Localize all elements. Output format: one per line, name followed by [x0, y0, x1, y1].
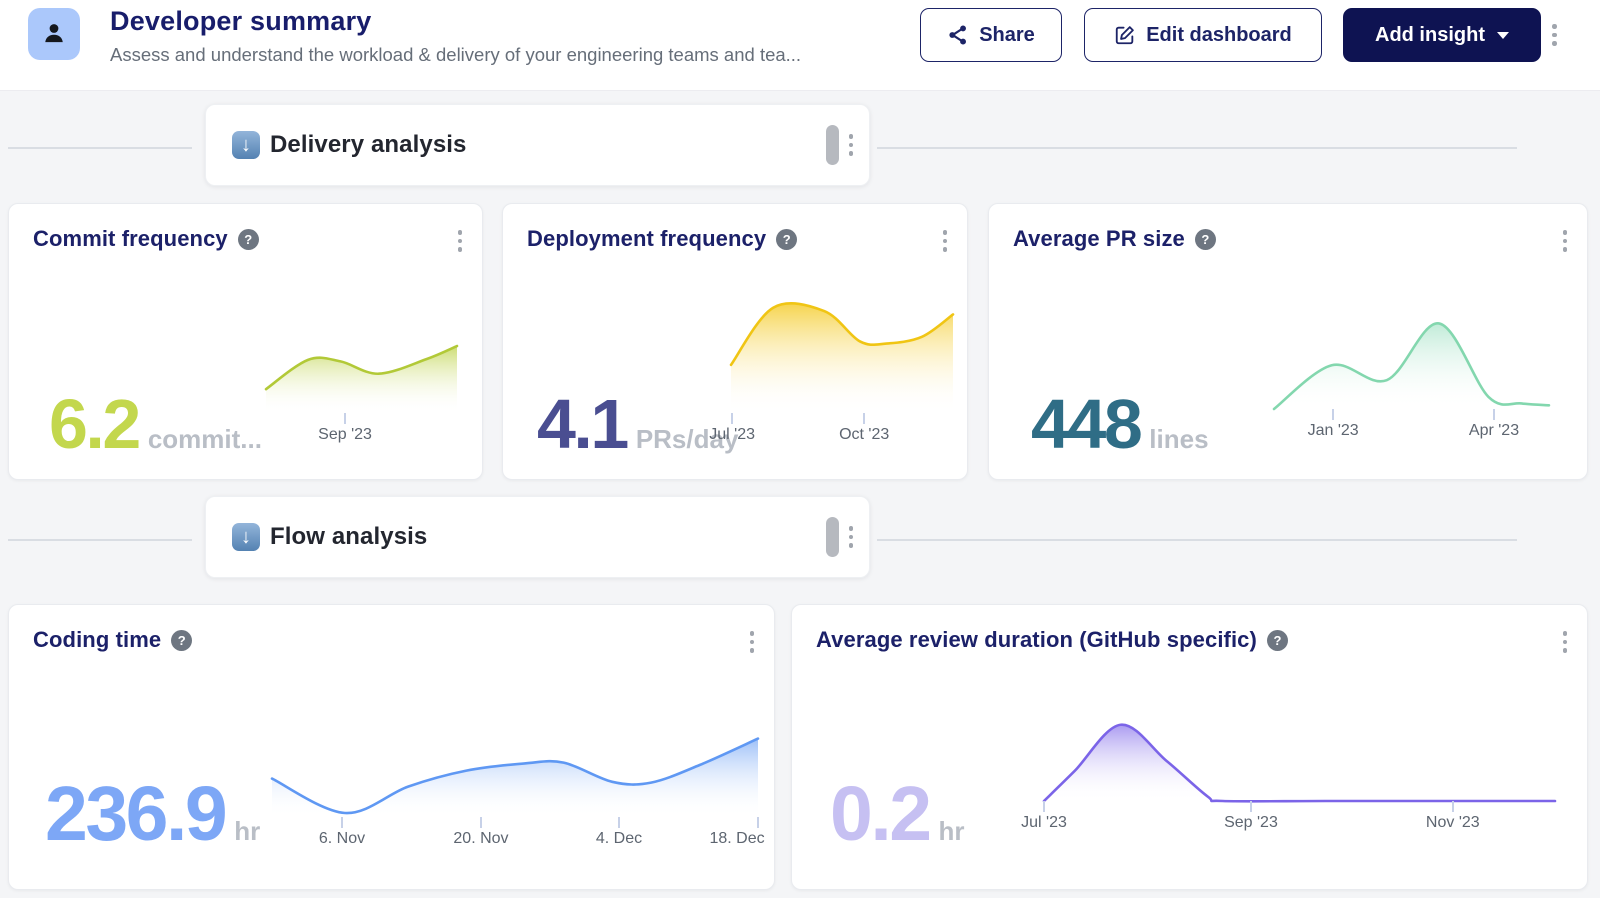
- card-kebab-icon[interactable]: [750, 631, 755, 653]
- help-icon[interactable]: ?: [776, 229, 797, 250]
- card-title: Coding time: [33, 627, 161, 653]
- axis-tick: [1332, 409, 1334, 420]
- metric-card-average-pr-size: Average PR size ? 448 lines Jan '23Apr '…: [988, 203, 1588, 480]
- sparkline-chart: Jul '23Sep '23Nov '23: [1044, 724, 1555, 801]
- metric-unit: hr: [939, 816, 965, 847]
- help-icon[interactable]: ?: [1195, 229, 1216, 250]
- card-title: Commit frequency: [33, 226, 228, 252]
- section-divider-line: [877, 539, 1517, 541]
- axis-tick-label: Jan '23: [1308, 422, 1359, 440]
- axis-tick: [731, 413, 733, 424]
- edit-dashboard-button[interactable]: Edit dashboard: [1084, 8, 1322, 62]
- axis-tick-label: Oct '23: [839, 426, 889, 444]
- metric-card-deployment-frequency: Deployment frequency ? 4.1 PRs/day Jul '…: [502, 203, 968, 480]
- axis-tick: [1493, 409, 1495, 420]
- share-button[interactable]: Share: [920, 8, 1062, 62]
- metric-unit: lines: [1149, 424, 1208, 455]
- metric-unit: commit...: [148, 424, 262, 455]
- axis-tick-label: 4. Dec: [596, 830, 642, 848]
- section-kebab-icon[interactable]: [849, 134, 854, 156]
- metric-card-coding-time: Coding time ? 236.9 hr 6. Nov20. Nov4. D…: [8, 604, 775, 890]
- section-divider-line: [8, 539, 192, 541]
- header-overflow-menu-icon[interactable]: [1552, 24, 1557, 46]
- card-title: Average PR size: [1013, 226, 1185, 252]
- drag-handle[interactable]: [826, 125, 839, 165]
- page-subtitle: Assess and understand the workload & del…: [110, 44, 801, 66]
- axis-tick-label: Apr '23: [1469, 422, 1519, 440]
- section-header-flow-analysis: ↓ Flow analysis: [205, 496, 870, 578]
- metric-value: 0.2: [830, 776, 930, 853]
- drag-handle[interactable]: [826, 517, 839, 557]
- sparkline-chart: 6. Nov20. Nov4. Dec18. Dec: [272, 737, 758, 817]
- axis-tick: [618, 817, 620, 828]
- page-title: Developer summary: [110, 6, 372, 37]
- section-header-delivery-analysis: ↓ Delivery analysis: [205, 104, 870, 186]
- sparkline-chart: Jul '23Oct '23: [731, 301, 953, 413]
- card-kebab-icon[interactable]: [1563, 631, 1568, 653]
- card-kebab-icon[interactable]: [943, 230, 948, 252]
- card-title: Average review duration (GitHub specific…: [816, 627, 1257, 653]
- axis-tick-label: Jul '23: [1021, 814, 1067, 832]
- card-kebab-icon[interactable]: [1563, 230, 1568, 252]
- metric-card-average-review-duration: Average review duration (GitHub specific…: [791, 604, 1588, 890]
- help-icon[interactable]: ?: [171, 630, 192, 651]
- axis-tick-label: 18. Dec: [709, 830, 764, 848]
- caret-down-icon: [1497, 32, 1509, 39]
- axis-tick: [1250, 801, 1252, 812]
- arrow-down-emoji-icon: ↓: [232, 131, 260, 159]
- metric-value: 236.9: [45, 776, 225, 853]
- axis-tick: [480, 817, 482, 828]
- section-title: Delivery analysis: [270, 131, 467, 159]
- axis-tick: [757, 817, 759, 828]
- metric-value: 6.2: [49, 389, 139, 459]
- section-kebab-icon[interactable]: [849, 526, 854, 548]
- axis-tick: [341, 817, 343, 828]
- share-button-label: Share: [979, 24, 1035, 47]
- add-insight-button-label: Add insight: [1375, 24, 1485, 47]
- edit-icon: [1114, 24, 1136, 46]
- help-icon[interactable]: ?: [238, 229, 259, 250]
- metric-value: 4.1: [537, 389, 627, 459]
- axis-tick-label: Sep '23: [1224, 814, 1278, 832]
- metric-card-commit-frequency: Commit frequency ? 6.2 commit... Sep '23: [8, 203, 483, 480]
- axis-tick-label: Jul '23: [709, 426, 755, 444]
- sparkline-chart: Sep '23: [266, 336, 457, 413]
- axis-tick: [1043, 801, 1045, 812]
- help-icon[interactable]: ?: [1267, 630, 1288, 651]
- axis-tick-label: 6. Nov: [319, 830, 365, 848]
- axis-tick-label: 20. Nov: [453, 830, 508, 848]
- metric-unit: hr: [234, 816, 260, 847]
- section-title: Flow analysis: [270, 523, 427, 551]
- section-divider-line: [8, 147, 192, 149]
- axis-tick: [1452, 801, 1454, 812]
- sparkline-chart: Jan '23Apr '23: [1274, 316, 1549, 409]
- axis-tick: [863, 413, 865, 424]
- metric-value: 448: [1031, 389, 1140, 459]
- arrow-down-emoji-icon: ↓: [232, 523, 260, 551]
- section-divider-line: [877, 147, 1517, 149]
- axis-tick: [344, 413, 346, 424]
- card-kebab-icon[interactable]: [458, 230, 463, 252]
- app-header: Developer summary Assess and understand …: [0, 0, 1600, 91]
- axis-tick-label: Sep '23: [318, 426, 372, 444]
- add-insight-button[interactable]: Add insight: [1343, 8, 1541, 62]
- share-icon: [947, 24, 969, 46]
- person-icon: [39, 19, 69, 49]
- edit-dashboard-button-label: Edit dashboard: [1146, 24, 1292, 47]
- card-title: Deployment frequency: [527, 226, 766, 252]
- dashboard-avatar: [28, 8, 80, 60]
- axis-tick-label: Nov '23: [1426, 814, 1480, 832]
